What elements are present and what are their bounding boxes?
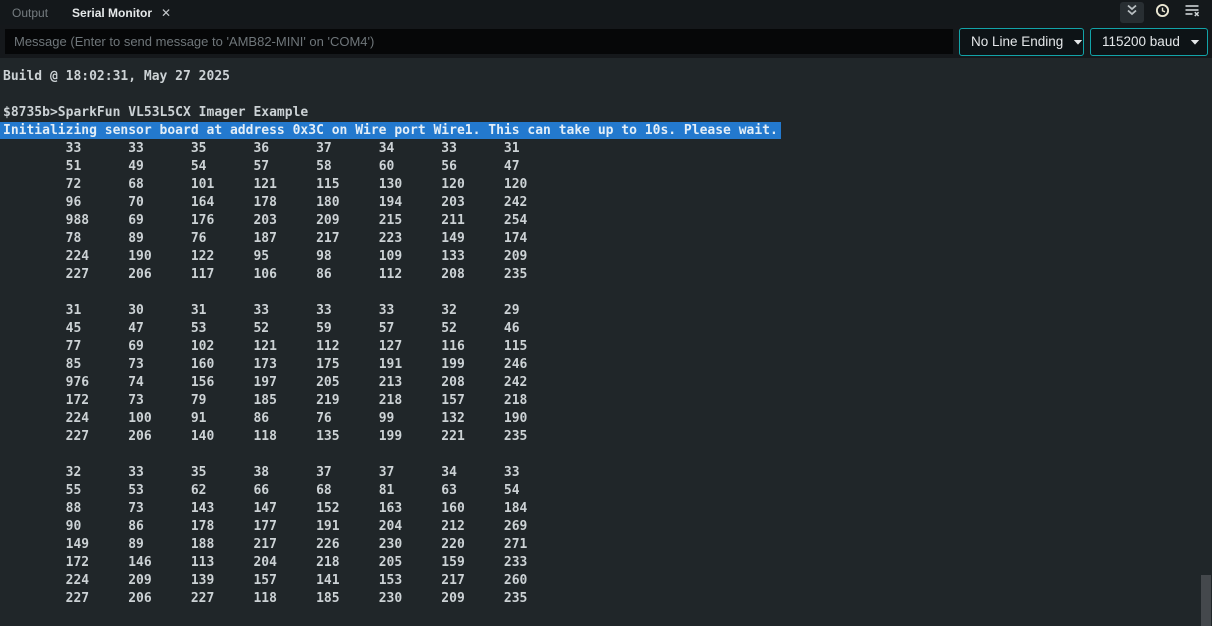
- terminal-line: 227 206 117 106 86 112 208 235: [3, 266, 1212, 284]
- message-toolbar: No Line Ending 115200 baud: [0, 25, 1212, 58]
- chevron-down-icon: [1073, 34, 1083, 49]
- panel-tabbar: Output Serial Monitor ✕: [0, 0, 1212, 25]
- terminal-line: 55 53 62 66 68 81 63 54: [3, 482, 1212, 500]
- terminal-line: 227 206 140 118 135 199 221 235: [3, 428, 1212, 446]
- terminal-line: 77 69 102 121 112 127 116 115: [3, 338, 1212, 356]
- terminal-line: 88 73 143 147 152 163 160 184: [3, 500, 1212, 518]
- serial-output-area[interactable]: Build @ 18:02:31, May 27 2025 $8735b>Spar…: [0, 58, 1212, 626]
- terminal-line: Initializing sensor board at address 0x3…: [3, 122, 1212, 140]
- message-input[interactable]: [5, 29, 953, 54]
- terminal-line: [3, 284, 1212, 302]
- terminal-line: 149 89 188 217 226 230 220 271: [3, 536, 1212, 554]
- clock-icon: [1155, 3, 1170, 23]
- baud-rate-value: 115200 baud: [1102, 34, 1180, 49]
- clear-output-icon: [1184, 3, 1200, 22]
- close-icon[interactable]: ✕: [159, 6, 173, 20]
- terminal-line: 33 33 35 36 37 34 33 31: [3, 140, 1212, 158]
- toggle-timestamp-button[interactable]: [1150, 2, 1174, 23]
- panel-action-icons: [1120, 2, 1212, 23]
- tab-serial-monitor-label: Serial Monitor: [72, 6, 152, 20]
- toggle-autoscroll-button[interactable]: [1120, 2, 1144, 23]
- terminal-line: $8735b>SparkFun VL53L5CX Imager Example: [3, 104, 1212, 122]
- terminal-line: 78 89 76 187 217 223 149 174: [3, 230, 1212, 248]
- chevron-down-icon: [1190, 34, 1200, 49]
- baud-rate-select[interactable]: 115200 baud: [1090, 28, 1208, 56]
- clear-output-button[interactable]: [1180, 2, 1204, 23]
- line-ending-value: No Line Ending: [971, 34, 1063, 49]
- terminal-line: 85 73 160 173 175 191 199 246: [3, 356, 1212, 374]
- terminal-line: [3, 446, 1212, 464]
- terminal-line: 172 146 113 204 218 205 159 233: [3, 554, 1212, 572]
- terminal-line: 51 49 54 57 58 60 56 47: [3, 158, 1212, 176]
- terminal-line: 32 33 35 38 37 37 34 33: [3, 464, 1212, 482]
- terminal-line: 96 70 164 178 180 194 203 242: [3, 194, 1212, 212]
- tab-serial-monitor[interactable]: Serial Monitor ✕: [60, 0, 185, 25]
- tab-output[interactable]: Output: [0, 0, 60, 25]
- line-ending-select[interactable]: No Line Ending: [959, 28, 1084, 56]
- terminal-output: Build @ 18:02:31, May 27 2025 $8735b>Spar…: [0, 58, 1212, 608]
- terminal-line: 90 86 178 177 191 204 212 269: [3, 518, 1212, 536]
- serial-monitor-panel: Output Serial Monitor ✕: [0, 0, 1212, 626]
- terminal-line: Build @ 18:02:31, May 27 2025: [3, 68, 1212, 86]
- double-chevron-down-icon: [1125, 3, 1139, 22]
- vertical-scrollbar-thumb[interactable]: [1201, 575, 1211, 626]
- terminal-line: 224 100 91 86 76 99 132 190: [3, 410, 1212, 428]
- terminal-line: 224 190 122 95 98 109 133 209: [3, 248, 1212, 266]
- terminal-line: 988 69 176 203 209 215 211 254: [3, 212, 1212, 230]
- terminal-line: [3, 86, 1212, 104]
- selected-text: Initializing sensor board at address 0x3…: [0, 122, 781, 139]
- terminal-line: 72 68 101 121 115 130 120 120: [3, 176, 1212, 194]
- terminal-line: 227 206 227 118 185 230 209 235: [3, 590, 1212, 608]
- terminal-line: 45 47 53 52 59 57 52 46: [3, 320, 1212, 338]
- tab-output-label: Output: [12, 6, 48, 20]
- terminal-line: 31 30 31 33 33 33 32 29: [3, 302, 1212, 320]
- terminal-line: 976 74 156 197 205 213 208 242: [3, 374, 1212, 392]
- terminal-line: 172 73 79 185 219 218 157 218: [3, 392, 1212, 410]
- terminal-line: 224 209 139 157 141 153 217 260: [3, 572, 1212, 590]
